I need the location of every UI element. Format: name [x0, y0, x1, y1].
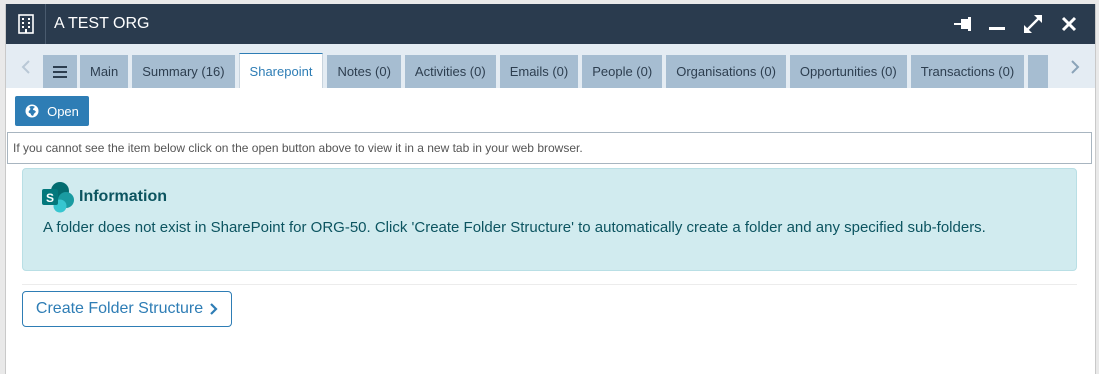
- tab-list: Main Summary (16) Sharepoint Notes (0) A…: [80, 53, 1049, 88]
- info-alert: S Information A folder does not exist in…: [22, 168, 1077, 271]
- info-message: A folder does not exist in SharePoint fo…: [43, 219, 986, 236]
- create-folder-structure-button[interactable]: Create Folder Structure: [22, 291, 232, 327]
- building-icon: [6, 4, 46, 44]
- tab-people[interactable]: People (0): [582, 55, 663, 88]
- info-title: Information: [79, 188, 167, 205]
- record-window: A TEST ORG Main Summary (16) Sharepoint …: [5, 4, 1096, 374]
- scroll-left-icon[interactable]: [14, 54, 38, 80]
- sharepoint-icon: S: [41, 181, 75, 213]
- tab-opportunities[interactable]: Opportunities (0): [789, 55, 907, 88]
- hint-text: If you cannot see the item below click o…: [7, 132, 1092, 164]
- svg-text:S: S: [46, 191, 54, 205]
- info-header: S Information: [41, 181, 167, 213]
- title-bar: A TEST ORG: [6, 4, 1095, 44]
- tab-sharepoint[interactable]: Sharepoint: [238, 53, 324, 88]
- window-title: A TEST ORG: [54, 15, 150, 32]
- tab-main[interactable]: Main: [80, 55, 129, 88]
- tab-activities[interactable]: Activities (0): [404, 55, 496, 88]
- expand-icon[interactable]: [1021, 12, 1045, 36]
- minimize-icon[interactable]: [985, 12, 1009, 36]
- tab-strip: Main Summary (16) Sharepoint Notes (0) A…: [6, 44, 1095, 88]
- open-button-label: Open: [47, 103, 79, 119]
- tab-transactions[interactable]: Transactions (0): [910, 55, 1025, 88]
- open-button[interactable]: Open: [15, 96, 89, 126]
- scroll-right-icon[interactable]: [1063, 54, 1087, 80]
- create-button-label: Create Folder Structure: [35, 300, 204, 317]
- tab-organisations[interactable]: Organisations (0): [666, 55, 786, 88]
- tab-overflow[interactable]: [1028, 55, 1049, 88]
- chevron-right-icon: [209, 302, 218, 316]
- divider: [22, 284, 1077, 285]
- tab-summary[interactable]: Summary (16): [132, 55, 235, 88]
- pin-icon[interactable]: [951, 12, 975, 36]
- tab-menu-icon[interactable]: [43, 55, 77, 88]
- close-icon[interactable]: [1057, 12, 1081, 36]
- tab-notes[interactable]: Notes (0): [327, 55, 401, 88]
- tab-emails[interactable]: Emails (0): [499, 55, 579, 88]
- globe-icon: [25, 104, 39, 118]
